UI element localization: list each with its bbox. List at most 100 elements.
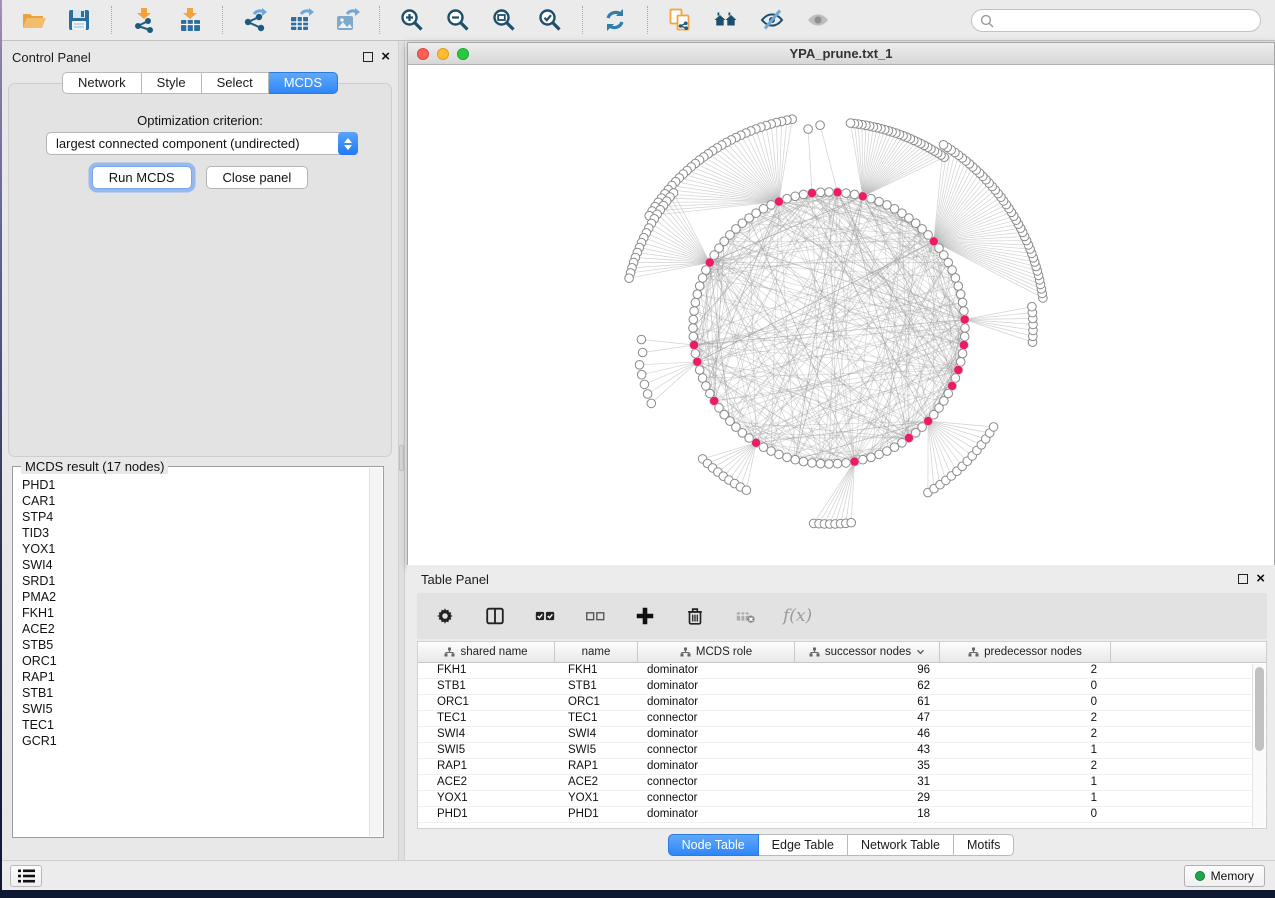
mcds-result-item[interactable]: TID3 (14, 525, 369, 541)
table-row[interactable]: ORC1ORC1dominator610 (418, 695, 1266, 711)
import-table-icon[interactable] (175, 5, 205, 35)
float-table-panel-icon[interactable] (1238, 574, 1248, 584)
mcds-result-item[interactable]: STB1 (14, 685, 369, 701)
table-cell: ACE2 (418, 775, 555, 790)
show-all-icon[interactable] (803, 5, 833, 35)
table-panel-tabs: Node TableEdge TableNetwork TableMotifs (407, 834, 1275, 856)
zoom-selected-icon[interactable] (535, 5, 565, 35)
hide-selected-icon[interactable] (757, 5, 787, 35)
mcds-result-item[interactable]: PHD1 (14, 477, 369, 493)
tab-network-table[interactable]: Network Table (848, 834, 954, 856)
column-header-successor-nodes[interactable]: successor nodes (795, 642, 940, 662)
table-cell: FKH1 (555, 663, 638, 678)
float-panel-icon[interactable] (363, 52, 373, 62)
duplicate-network-icon[interactable] (665, 5, 695, 35)
tab-style[interactable]: Style (142, 72, 202, 94)
table-row[interactable]: FKH1FKH1dominator962 (418, 663, 1266, 679)
ui-settings-button[interactable] (10, 865, 42, 887)
delete-column-icon-disabled (733, 604, 757, 628)
deselect-all-icon[interactable] (583, 604, 607, 628)
export-table-icon[interactable] (286, 5, 316, 35)
apply-layout-icon[interactable] (600, 5, 630, 35)
table-cell: 2 (940, 727, 1111, 742)
network-graph[interactable] (408, 65, 1274, 565)
tab-network[interactable]: Network (62, 72, 142, 94)
table-row[interactable]: PHD1PHD1dominator180 (418, 807, 1266, 823)
attribute-type-icon (809, 647, 820, 657)
close-panel-button[interactable]: Close panel (206, 166, 309, 189)
mcds-result-item[interactable]: SRD1 (14, 573, 369, 589)
table-row[interactable]: RAP1RAP1dominator352 (418, 759, 1266, 775)
table-cell: TEC1 (555, 711, 638, 726)
save-session-icon[interactable] (64, 5, 94, 35)
mcds-result-item[interactable]: TEC1 (14, 717, 369, 733)
toolbar-separator (111, 6, 112, 34)
run-mcds-button[interactable]: Run MCDS (92, 166, 192, 189)
zoom-fit-icon[interactable] (489, 5, 519, 35)
mcds-result-list[interactable]: PHD1CAR1STP4TID3YOX1SWI4SRD1PMA2FKH1ACE2… (14, 468, 369, 836)
table-toolbar: f(x) (417, 593, 1267, 639)
table-row[interactable]: ACE2ACE2connector311 (418, 775, 1266, 791)
search-input[interactable] (999, 13, 1252, 28)
close-panel-icon[interactable]: × (381, 52, 390, 62)
table-cell: SWI4 (418, 727, 555, 742)
column-header-mcds-role[interactable]: MCDS role (638, 642, 795, 662)
mcds-result-item[interactable]: PMA2 (14, 589, 369, 605)
vertical-splitter[interactable] (398, 41, 405, 860)
column-header-shared-name[interactable]: shared name (418, 642, 555, 662)
table-cell: dominator (638, 727, 795, 742)
criterion-dropdown[interactable]: largest connected component (undirected) (46, 132, 358, 155)
column-visibility-icon[interactable] (483, 604, 507, 628)
mcds-result-item[interactable]: YOX1 (14, 541, 369, 557)
mcds-result-item[interactable]: SWI4 (14, 557, 369, 573)
mcds-result-item[interactable]: RAP1 (14, 669, 369, 685)
network-window-titlebar[interactable]: YPA_prune.txt_1 (408, 43, 1274, 65)
add-column-icon[interactable] (633, 604, 657, 628)
open-file-icon[interactable] (18, 5, 48, 35)
mcds-result-item[interactable]: CAR1 (14, 493, 369, 509)
first-neighbors-icon[interactable] (711, 5, 741, 35)
memory-button[interactable]: Memory (1184, 865, 1265, 887)
export-image-icon[interactable] (332, 5, 362, 35)
tab-mcds[interactable]: MCDS (269, 72, 338, 94)
mcds-result-item[interactable]: GCR1 (14, 733, 369, 749)
tab-edge-table[interactable]: Edge Table (759, 834, 848, 856)
close-table-panel-icon[interactable]: × (1256, 574, 1265, 584)
table-scrollbar[interactable] (1252, 664, 1265, 827)
mcds-result-group: MCDS result (17 nodes) PHD1CAR1STP4TID3Y… (12, 466, 384, 838)
import-network-icon[interactable] (129, 5, 159, 35)
table-row[interactable]: STB1STB1dominator620 (418, 679, 1266, 695)
mcds-result-item[interactable]: SWI5 (14, 701, 369, 717)
mcds-result-item[interactable]: ACE2 (14, 621, 369, 637)
table-row[interactable]: SWI4SWI4dominator462 (418, 727, 1266, 743)
mcds-result-item[interactable]: STB5 (14, 637, 369, 653)
zoom-out-icon[interactable] (443, 5, 473, 35)
column-header-predecessor-nodes[interactable]: predecessor nodes (940, 642, 1111, 662)
tab-node-table[interactable]: Node Table (668, 834, 759, 856)
tab-select[interactable]: Select (202, 72, 269, 94)
table-scrollbar-thumb[interactable] (1255, 667, 1264, 751)
search-field[interactable] (971, 9, 1261, 32)
splitter-grab-handle[interactable] (399, 445, 404, 471)
criterion-value: largest connected component (undirected) (47, 136, 338, 151)
network-view-window: YPA_prune.txt_1 (407, 42, 1275, 566)
mcds-list-scrollbar[interactable] (369, 468, 382, 836)
table-row[interactable]: YOX1YOX1connector291 (418, 791, 1266, 807)
table-cell: dominator (638, 663, 795, 678)
table-row[interactable]: TEC1TEC1connector472 (418, 711, 1266, 727)
mcds-result-item[interactable]: STP4 (14, 509, 369, 525)
select-all-icon[interactable] (533, 604, 557, 628)
zoom-in-icon[interactable] (397, 5, 427, 35)
mcds-result-item[interactable]: ORC1 (14, 653, 369, 669)
delete-row-trash-icon[interactable] (683, 604, 707, 628)
table-cell: 0 (940, 807, 1111, 822)
table-settings-gear-icon[interactable] (433, 604, 457, 628)
network-svg[interactable] (408, 65, 1274, 565)
column-header-name[interactable]: name (555, 642, 638, 662)
tab-motifs[interactable]: Motifs (954, 834, 1014, 856)
mcds-result-item[interactable]: FKH1 (14, 605, 369, 621)
export-network-icon[interactable] (240, 5, 270, 35)
table-cell: dominator (638, 759, 795, 774)
table-row[interactable]: SWI5SWI5connector431 (418, 743, 1266, 759)
table-cell: 0 (940, 679, 1111, 694)
